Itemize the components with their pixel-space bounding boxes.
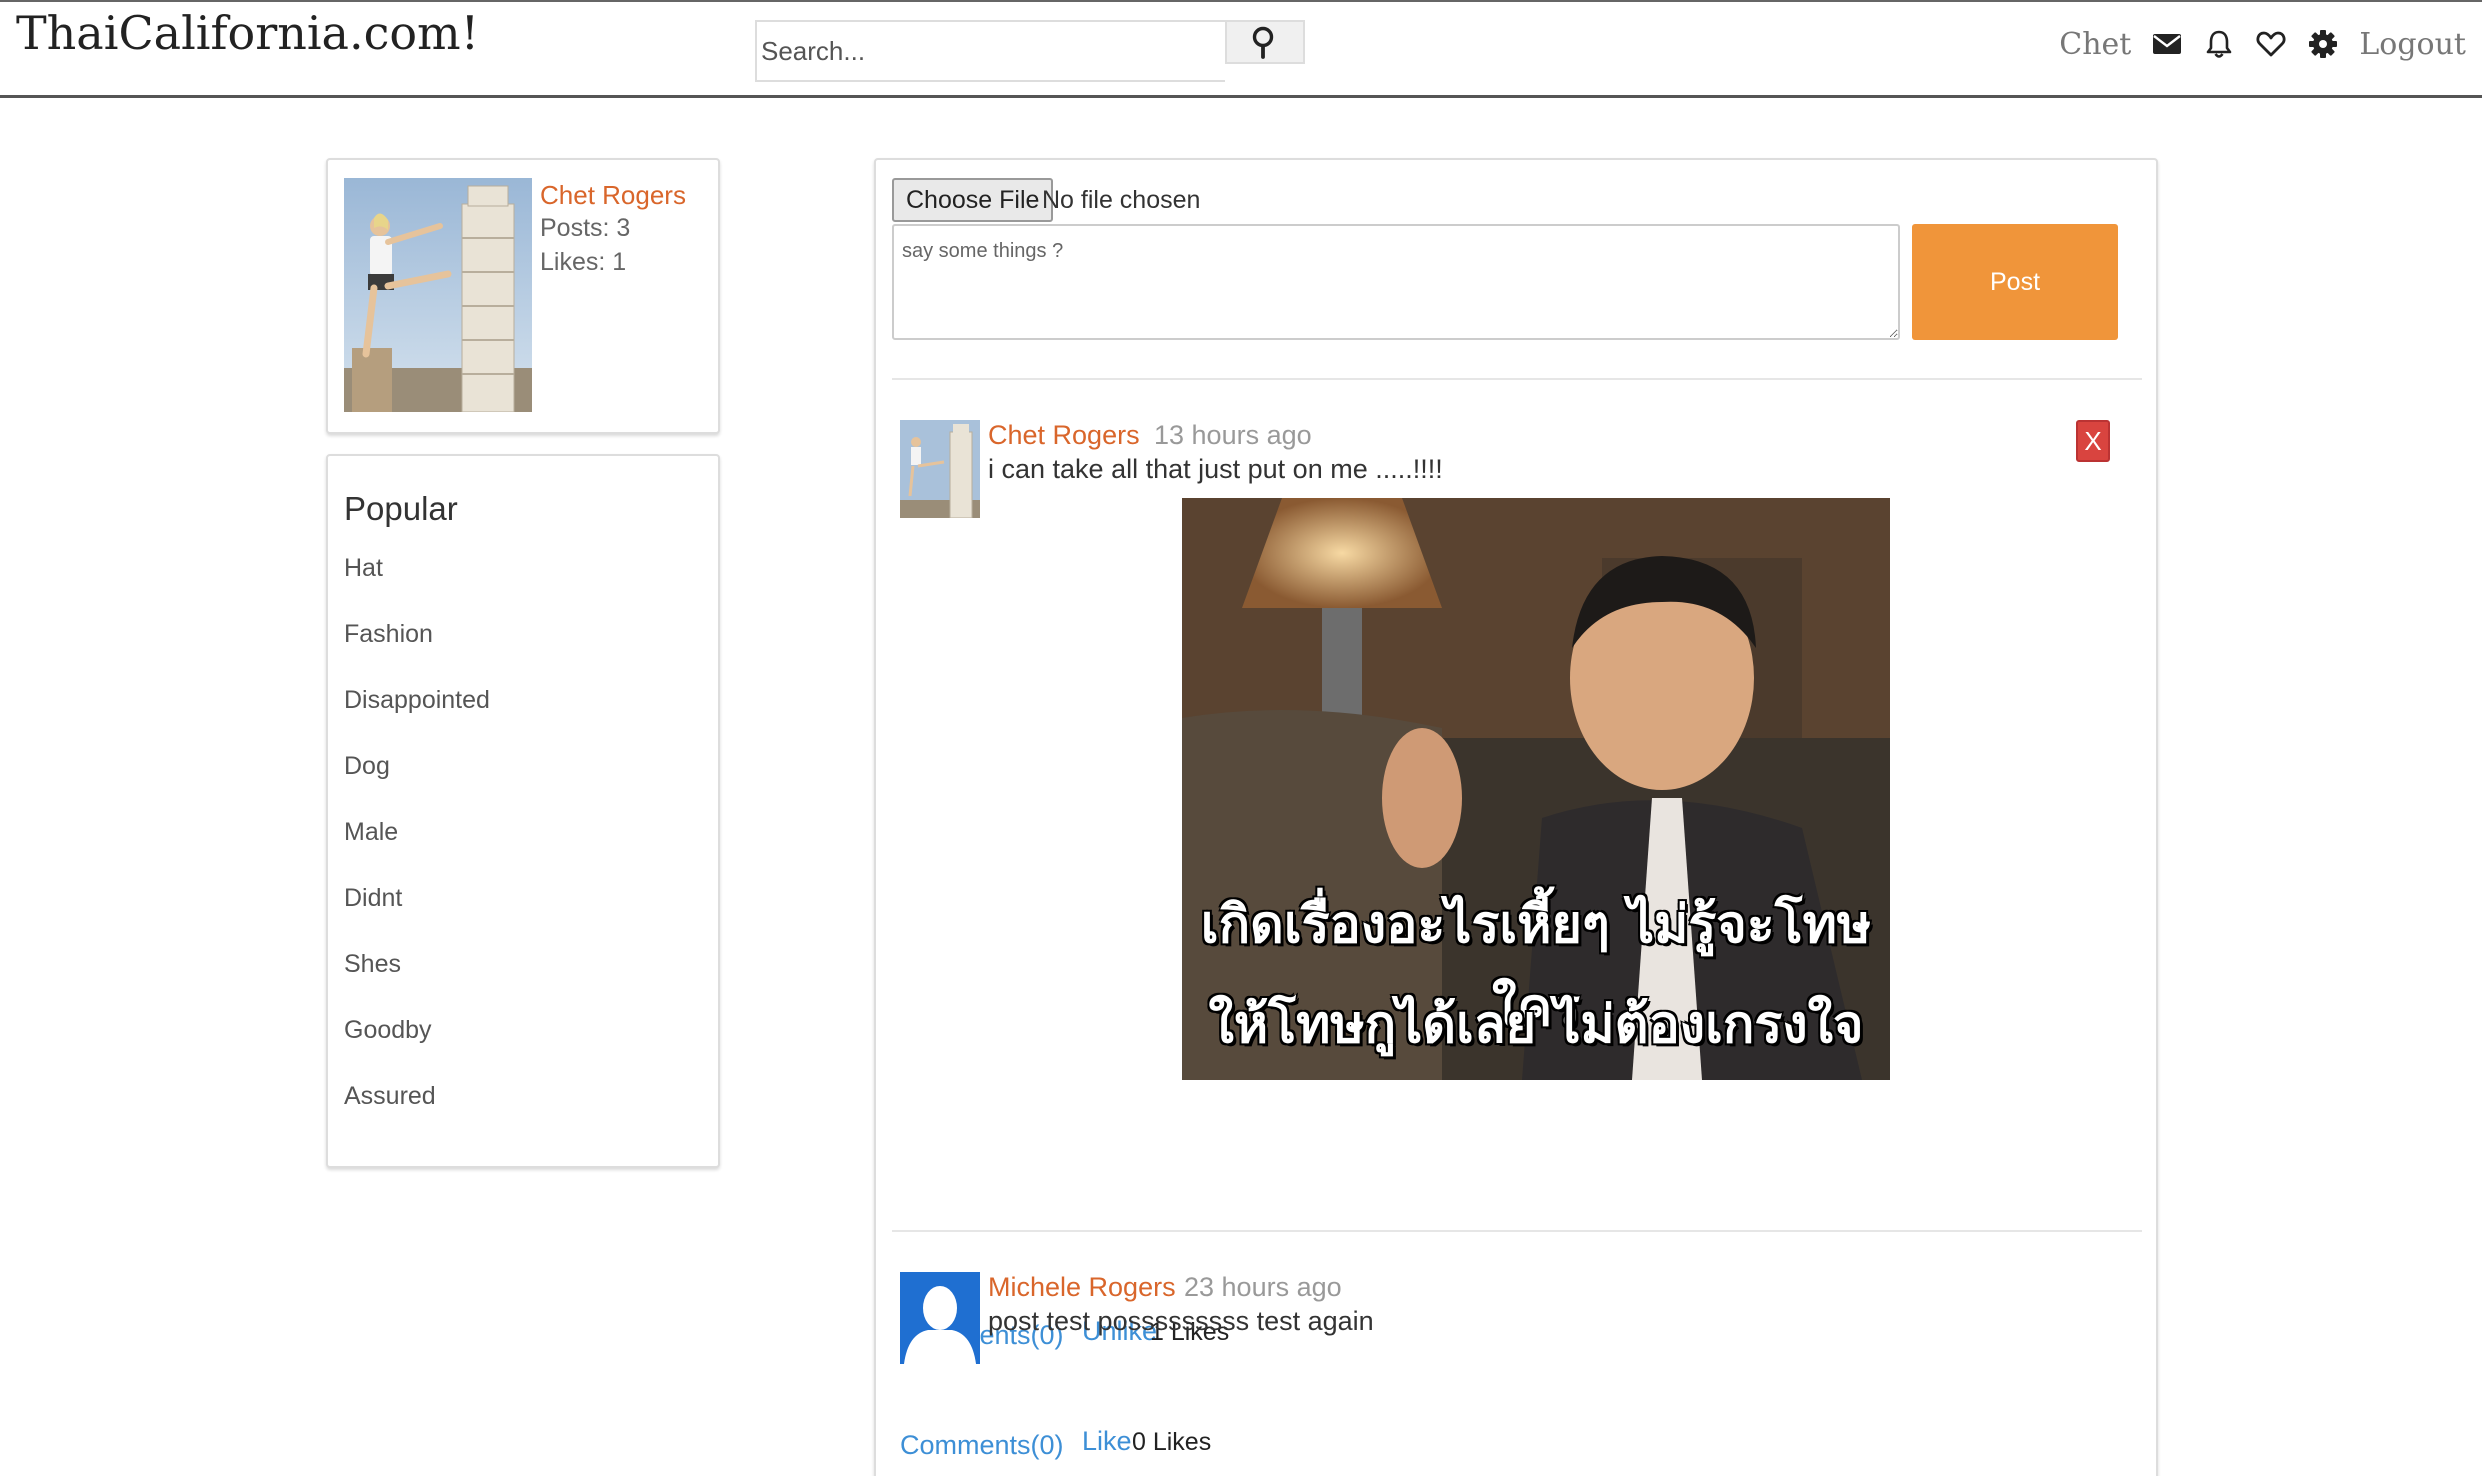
popular-list: Hat Fashion Disappointed Dog Male Didnt … xyxy=(344,554,490,1148)
search-button[interactable] xyxy=(1225,20,1305,64)
profile-name[interactable]: Chet Rogers xyxy=(540,180,686,211)
file-status: No file chosen xyxy=(1042,186,1201,214)
gear-icon[interactable] xyxy=(2307,28,2339,60)
post-item: Michele Rogers 23 hours ago post test po… xyxy=(892,1272,2142,1472)
logout-link[interactable]: Logout xyxy=(2359,27,2466,62)
search-input[interactable] xyxy=(755,20,1225,82)
popular-item[interactable]: Shes xyxy=(344,950,490,1016)
post-author[interactable]: Chet Rogers xyxy=(988,420,1140,451)
top-navbar: ThaiCalifornia.com! Chet xyxy=(0,0,2482,98)
like-link[interactable]: Like xyxy=(1082,1426,1132,1457)
popular-item[interactable]: Didnt xyxy=(344,884,490,950)
popular-item[interactable]: Male xyxy=(344,818,490,884)
profile-photo[interactable] xyxy=(344,178,532,412)
popular-title: Popular xyxy=(344,490,458,527)
popular-item[interactable]: Disappointed xyxy=(344,686,490,752)
heart-icon[interactable] xyxy=(2255,28,2287,60)
post-item: Chet Rogers 13 hours ago i can take all … xyxy=(892,420,2142,1360)
popular-item[interactable]: Goodby xyxy=(344,1016,490,1082)
post-avatar[interactable] xyxy=(900,420,980,518)
profile-posts-count: Posts: 3 xyxy=(540,214,631,242)
post-timestamp: 13 hours ago xyxy=(1154,420,1312,450)
divider xyxy=(892,378,2142,380)
bell-icon[interactable] xyxy=(2203,28,2235,60)
popular-item[interactable]: Assured xyxy=(344,1082,490,1148)
profile-likes-count: Likes: 1 xyxy=(540,248,627,276)
site-logo[interactable]: ThaiCalifornia.com! xyxy=(16,6,479,60)
image-caption-line2: ให้โทษกูได้เลย ไม่ต้องเกรงใจ xyxy=(1208,995,1864,1055)
feed-card: Choose File No file chosen Post Chet Rog… xyxy=(874,158,2158,1476)
search-icon xyxy=(1252,26,1274,59)
nav-user-name[interactable]: Chet xyxy=(2059,27,2131,62)
popular-item[interactable]: Hat xyxy=(344,554,490,620)
user-nav: Chet Logout xyxy=(2059,24,2466,64)
post-text: i can take all that just put on me .....… xyxy=(988,454,1443,484)
delete-post-button[interactable]: X xyxy=(2076,420,2110,462)
post-textarea[interactable] xyxy=(892,224,1900,340)
post-avatar-default[interactable] xyxy=(900,1272,980,1370)
popular-item[interactable]: Dog xyxy=(344,752,490,818)
post-author[interactable]: Michele Rogers xyxy=(988,1272,1176,1303)
post-button[interactable]: Post xyxy=(1912,224,2118,340)
envelope-icon[interactable] xyxy=(2151,28,2183,60)
comments-link[interactable]: Comments(0) xyxy=(900,1430,1064,1461)
popular-tags-card: Popular Hat Fashion Disappointed Dog Mal… xyxy=(326,454,720,1168)
post-image[interactable]: เกิดเรื่องอะไรเหี้ยๆ ไม่รู้จะโทษใคร ให้โ… xyxy=(1182,498,1890,1080)
divider xyxy=(892,1230,2142,1232)
popular-item[interactable]: Fashion xyxy=(344,620,490,686)
likes-count: 0 Likes xyxy=(1132,1428,1212,1456)
post-timestamp: 23 hours ago xyxy=(1184,1272,1342,1302)
post-text: post test posssssssss test again xyxy=(988,1306,1374,1336)
profile-card: Chet Rogers Posts: 3 Likes: 1 xyxy=(326,158,720,434)
choose-file-button[interactable]: Choose File xyxy=(892,178,1054,222)
